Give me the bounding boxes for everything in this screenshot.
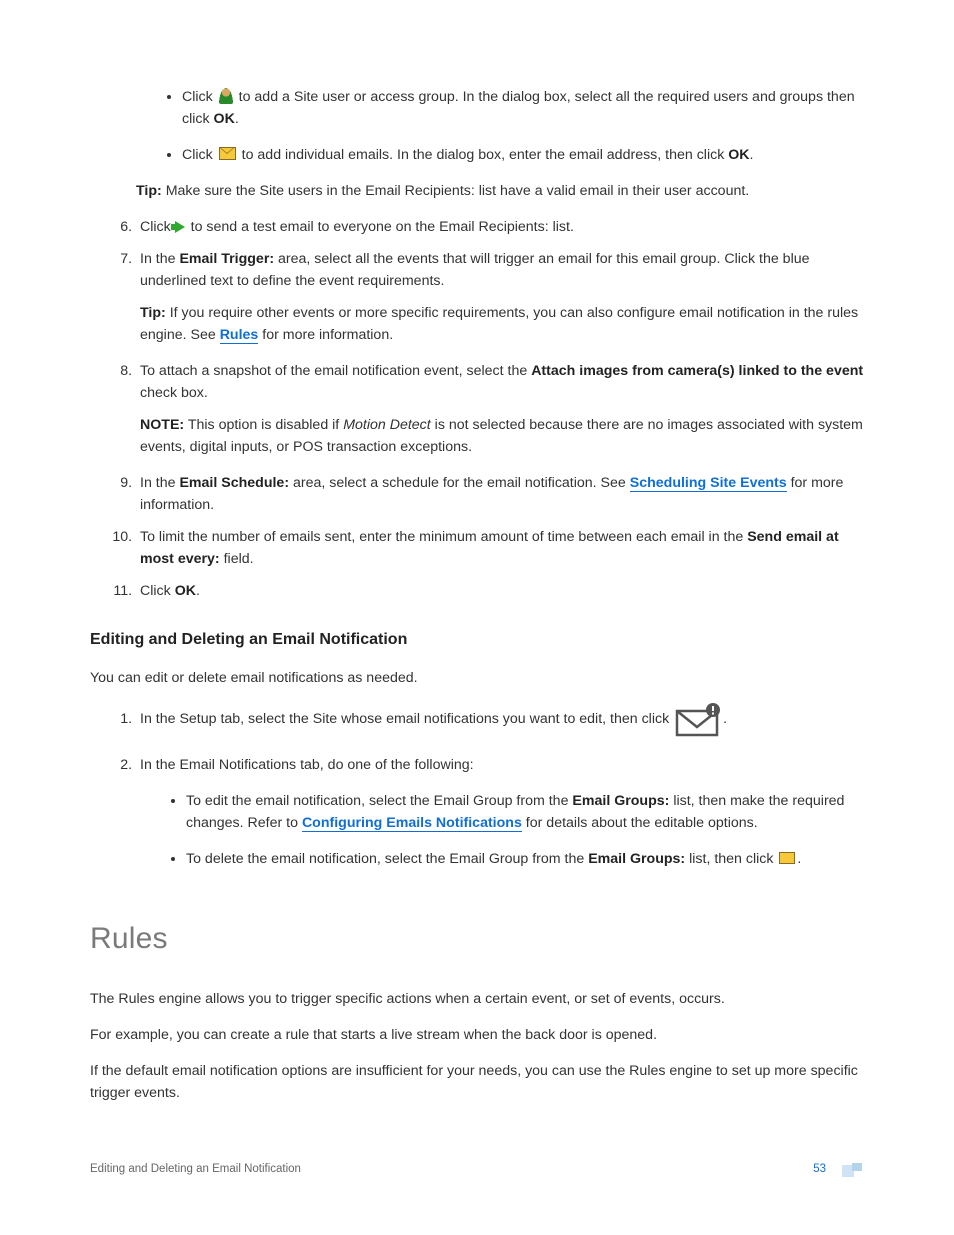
body-text: To edit the email notification, select t… xyxy=(186,793,572,809)
rules-heading: Rules xyxy=(90,916,864,963)
page-number: 53 xyxy=(813,1161,826,1179)
body-text: . xyxy=(723,711,727,727)
body-text: To delete the email notification, select… xyxy=(186,851,588,867)
note-block: NOTE: This option is disabled if Motion … xyxy=(140,414,864,458)
tip-label: Tip: xyxy=(140,305,166,321)
body-text: Click xyxy=(182,89,217,105)
edit-step-2: In the Email Notifications tab, do one o… xyxy=(136,754,864,870)
step-8: To attach a snapshot of the email notifi… xyxy=(136,360,864,458)
email-trigger-label: Email Trigger: xyxy=(179,251,274,267)
delete-mail-icon xyxy=(779,852,795,864)
body-text: In the xyxy=(140,251,179,267)
step-10: To limit the number of emails sent, ente… xyxy=(136,526,864,570)
body-text: In the Email Notifications tab, do one o… xyxy=(140,757,474,773)
body-text: In the xyxy=(140,475,179,491)
body-text: list, then click xyxy=(685,851,777,867)
body-text: Click xyxy=(140,583,175,599)
email-groups-label: Email Groups: xyxy=(588,851,685,867)
body-text: to add individual emails. In the dialog … xyxy=(242,147,729,163)
list-item: To edit the email notification, select t… xyxy=(186,790,864,834)
list-item: To delete the email notification, select… xyxy=(186,848,864,870)
body-text: In the Setup tab, select the Site whose … xyxy=(140,711,673,727)
list-item: Click to add individual emails. In the d… xyxy=(182,144,864,166)
top-bullet-list: Click to add a Site user or access group… xyxy=(136,86,864,166)
body-text: For example, you can create a rule that … xyxy=(90,1024,864,1046)
note-label: NOTE: xyxy=(140,417,184,433)
body-text: to add a Site user or access group. In t… xyxy=(182,89,855,127)
ok-label: OK xyxy=(728,147,749,163)
body-text: field. xyxy=(220,551,254,567)
edit-step-1: In the Setup tab, select the Site whose … xyxy=(136,703,864,744)
add-user-icon xyxy=(219,88,233,104)
body-text: . xyxy=(235,111,239,127)
send-test-arrow-icon xyxy=(175,221,185,233)
body-text: Click xyxy=(182,147,217,163)
list-item: Click to add a Site user or access group… xyxy=(182,86,864,130)
email-notifications-icon xyxy=(675,703,721,744)
body-text: . xyxy=(196,583,200,599)
body-text: to send a test email to everyone on the … xyxy=(187,219,574,235)
numbered-steps: Click to send a test email to everyone o… xyxy=(90,216,864,602)
body-text: . xyxy=(750,147,754,163)
body-text: . xyxy=(797,851,801,867)
configuring-emails-link[interactable]: Configuring Emails Notifications xyxy=(302,815,522,832)
body-text: To attach a snapshot of the email notifi… xyxy=(140,363,531,379)
body-text: The Rules engine allows you to trigger s… xyxy=(90,988,864,1010)
body-text: To limit the number of emails sent, ente… xyxy=(140,529,747,545)
step-6: Click to send a test email to everyone o… xyxy=(136,216,864,238)
tip-block: Tip: Make sure the Site users in the Ema… xyxy=(136,180,864,202)
body-text: Click xyxy=(140,219,175,235)
motion-detect-em: Motion Detect xyxy=(343,417,431,433)
ok-label: OK xyxy=(214,111,235,127)
body-text: You can edit or delete email notificatio… xyxy=(90,667,864,689)
body-text: for details about the editable options. xyxy=(522,815,758,831)
body-text: Make sure the Site users in the Email Re… xyxy=(162,183,749,199)
body-text: This option is disabled if xyxy=(184,417,343,433)
ok-label: OK xyxy=(175,583,196,599)
body-text: If the default email notification option… xyxy=(90,1060,864,1104)
tip-label: Tip: xyxy=(136,183,162,199)
step-9: In the Email Schedule: area, select a sc… xyxy=(136,472,864,516)
scheduling-site-events-link[interactable]: Scheduling Site Events xyxy=(630,475,787,492)
email-schedule-label: Email Schedule: xyxy=(179,475,289,491)
editing-deleting-heading: Editing and Deleting an Email Notificati… xyxy=(90,628,864,653)
body-text: area, select a schedule for the email no… xyxy=(289,475,630,491)
mail-icon xyxy=(219,147,236,160)
step-11: Click OK. xyxy=(136,580,864,602)
editing-steps: In the Setup tab, select the Site whose … xyxy=(90,703,864,870)
step-7: In the Email Trigger: area, select all t… xyxy=(136,248,864,346)
page-footer: Editing and Deleting an Email Notificati… xyxy=(90,1161,864,1179)
body-text: check box. xyxy=(140,385,208,401)
tip-block: Tip: If you require other events or more… xyxy=(140,302,864,346)
rules-link[interactable]: Rules xyxy=(220,327,259,344)
attach-images-label: Attach images from camera(s) linked to t… xyxy=(531,363,863,379)
email-groups-label: Email Groups: xyxy=(572,793,669,809)
body-text: for more information. xyxy=(258,327,393,343)
footer-title: Editing and Deleting an Email Notificati… xyxy=(90,1161,301,1179)
footer-decoration-icon xyxy=(842,1163,864,1177)
